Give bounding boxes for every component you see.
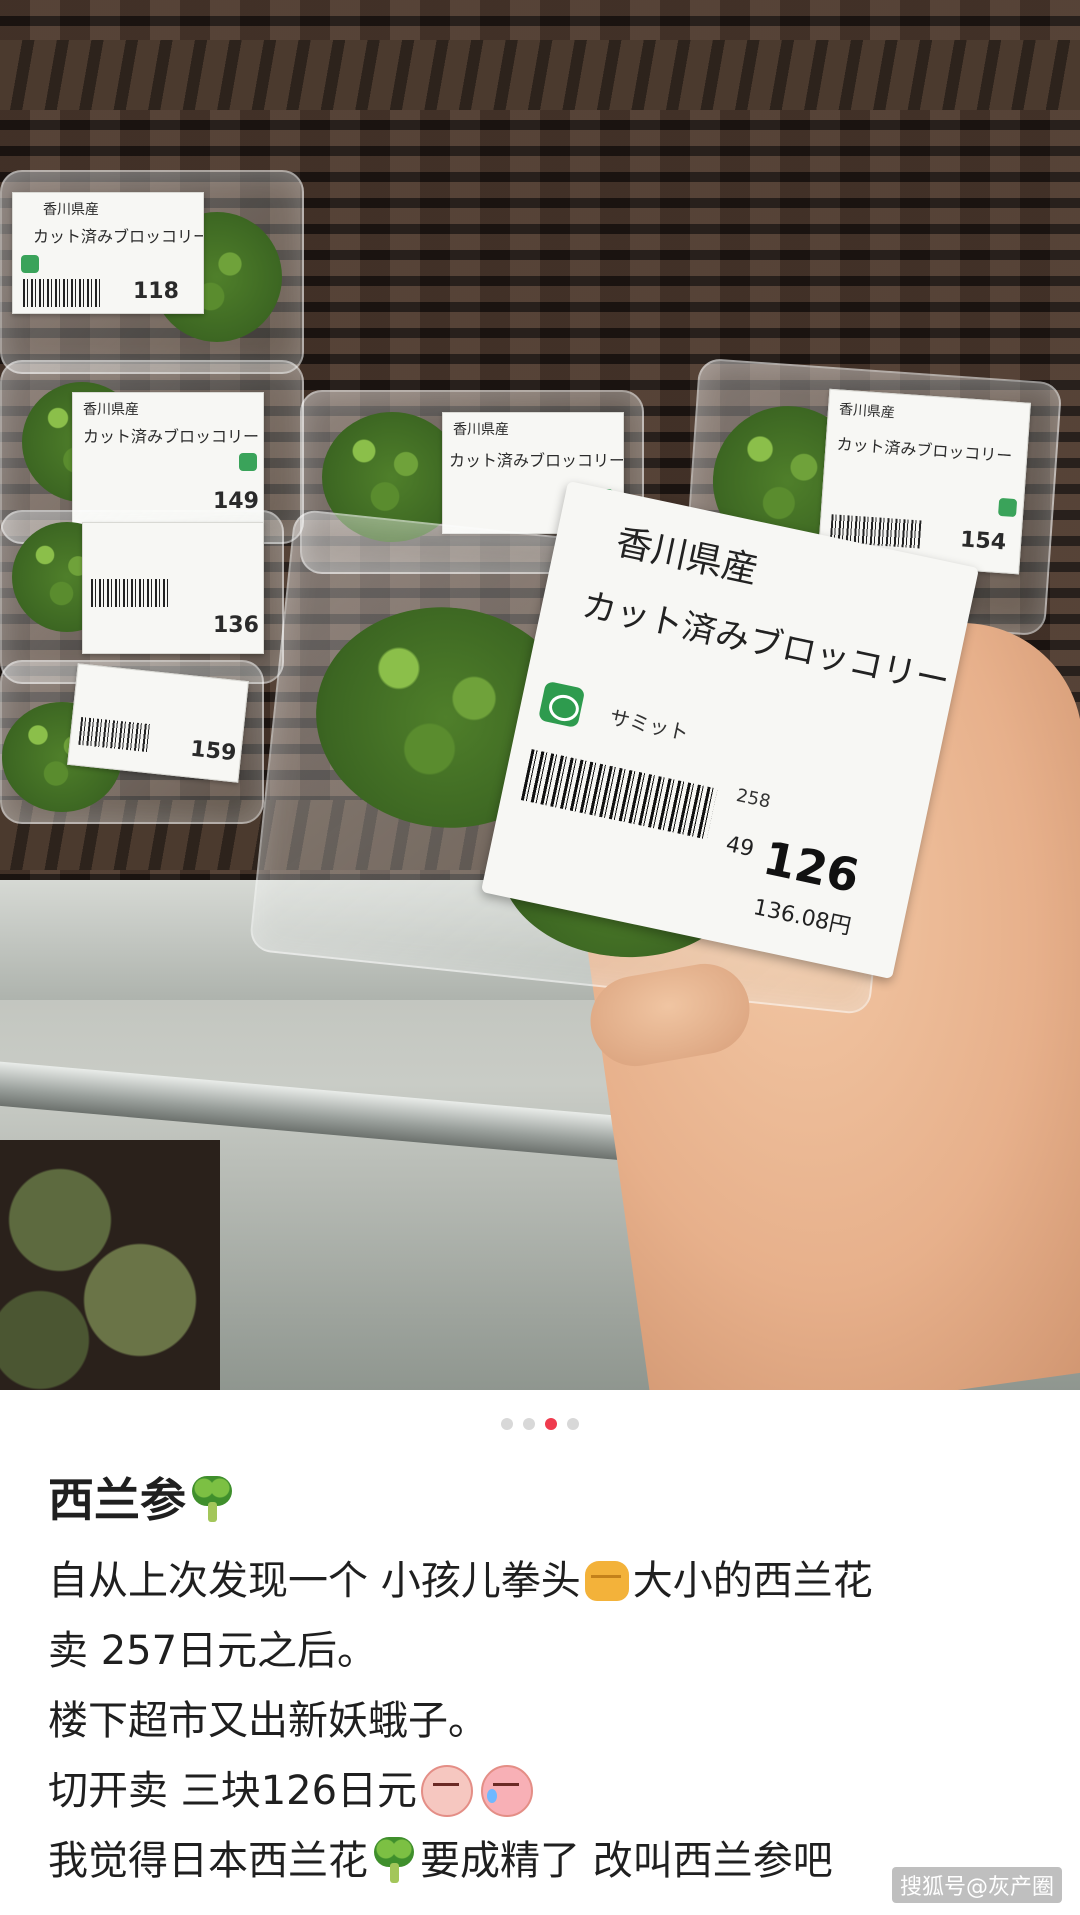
post-title: 西兰参 — [48, 1468, 1038, 1532]
post-line-text: 要成精了 改叫西兰参吧 — [420, 1838, 833, 1884]
label-price: 154 — [959, 527, 1007, 556]
main-label-origin: 香川県産 — [612, 521, 762, 592]
angry-face-emoji-icon — [421, 1765, 474, 1817]
price-label: 159 — [67, 663, 249, 783]
price-label: 香川県産 カット済みブロッコリー 118 — [12, 192, 204, 314]
main-label-product-name: カット済みブロッコリー — [578, 585, 953, 702]
label-origin: 香川県産 — [43, 202, 99, 218]
label-origin: 香川県産 — [838, 401, 896, 422]
post-line-text: 楼下超市又出新妖蛾子。 — [48, 1698, 488, 1744]
label-origin: 香川県産 — [453, 422, 509, 438]
main-label-weight: 49 — [723, 831, 757, 863]
store-logo-icon — [239, 453, 257, 471]
broccoli-bag: 香川県産 カット済みブロッコリー 118 — [0, 170, 304, 374]
post-line: 卖 257日元之后。 — [48, 1616, 1038, 1686]
carousel-indicator — [0, 1418, 1080, 1430]
store-logo-icon — [997, 497, 1018, 518]
avocado-basket — [0, 1140, 220, 1390]
post-line-text: 大小的西兰花 — [632, 1558, 873, 1604]
post-line: 我觉得日本西兰花 要成精了 改叫西兰参吧 — [48, 1826, 1038, 1896]
post-line-text: 我觉得日本西兰花 — [48, 1838, 368, 1884]
broccoli-emoji-icon — [372, 1837, 416, 1885]
post-line-text: 卖 257日元之后。 — [48, 1628, 378, 1674]
store-logo-icon — [21, 255, 39, 273]
label-product-name: カット済みブロッコリー — [83, 427, 260, 446]
price-label: 香川県産 カット済みブロッコリー 149 — [72, 392, 264, 524]
carousel-dot[interactable] — [567, 1418, 579, 1430]
barcode — [91, 579, 171, 607]
broccoli-emoji-icon — [190, 1476, 234, 1524]
crying-face-emoji-icon — [481, 1765, 534, 1817]
label-product-name: カット済みブロッコリー — [835, 434, 1013, 466]
price-label: 136 — [82, 522, 264, 654]
label-price: 136 — [213, 613, 259, 638]
label-origin: 香川県産 — [83, 402, 139, 418]
main-price-label: 香川県産 カット済みブロッコリー サミット 258 49 126 136.08円 — [480, 480, 980, 980]
main-label-unit-price: 258 — [734, 785, 773, 813]
post-line: 楼下超市又出新妖蛾子。 — [48, 1686, 1038, 1756]
label-product-name: カット済みブロッコリー — [33, 227, 204, 246]
broccoli-bag: 136 — [0, 510, 284, 684]
post-line-text: 自从上次发现一个 小孩儿拳头 — [48, 1558, 581, 1604]
post-line: 自从上次发现一个 小孩儿拳头 大小的西兰花 — [48, 1546, 1038, 1616]
main-label-store: サミット — [607, 705, 691, 746]
broccoli-bag: 159 — [0, 660, 264, 824]
post-title-text: 西兰参 — [48, 1473, 186, 1527]
label-price: 159 — [189, 736, 238, 767]
post-body: 西兰参 自从上次发现一个 小孩儿拳头 大小的西兰花 卖 257日元之后。 楼下超… — [48, 1468, 1038, 1896]
barcode — [23, 279, 103, 307]
fist-emoji-icon — [584, 1561, 629, 1601]
post-photo[interactable]: 香川県産 カット済みブロッコリー 118 香川県産 カット済みブロッコリー 14… — [0, 0, 1080, 1390]
store-logo-icon — [537, 680, 586, 729]
source-watermark: 搜狐号@灰产圈 — [891, 1867, 1062, 1903]
barcode — [78, 716, 151, 753]
basket-rim — [0, 40, 1080, 110]
label-product-name: カット済みブロッコリー — [449, 451, 624, 470]
barcode — [520, 749, 718, 840]
post-line: 切开卖 三块126日元 — [48, 1756, 1038, 1826]
carousel-dot[interactable] — [501, 1418, 513, 1430]
label-price: 118 — [133, 279, 179, 304]
carousel-dot[interactable] — [523, 1418, 535, 1430]
post-line-text: 切开卖 三块126日元 — [48, 1768, 418, 1814]
carousel-dot-active[interactable] — [545, 1418, 557, 1430]
